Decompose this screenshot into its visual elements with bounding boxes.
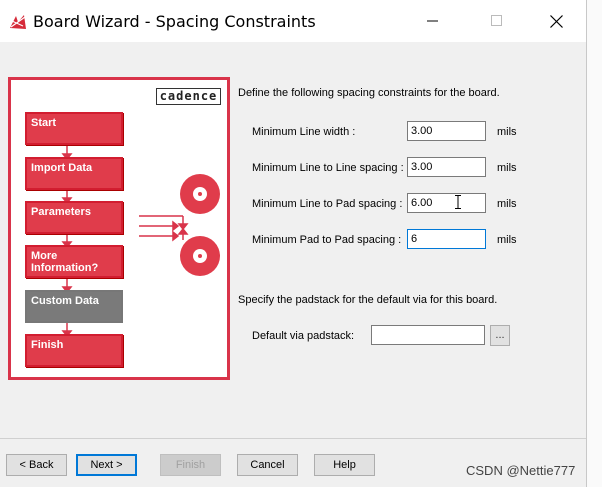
window-title: Board Wizard - Spacing Constraints bbox=[33, 12, 316, 31]
flow-step-finish: Finish bbox=[25, 334, 123, 367]
min-line-to-pad-unit: mils bbox=[497, 198, 517, 210]
min-line-to-line-label: Minimum Line to Line spacing : bbox=[252, 162, 404, 174]
min-pad-to-pad-label: Minimum Pad to Pad spacing : bbox=[252, 234, 402, 246]
minimize-icon bbox=[427, 20, 438, 22]
min-line-to-line-input[interactable]: 3.00 bbox=[407, 157, 486, 177]
min-line-width-unit: mils bbox=[497, 126, 517, 138]
default-via-padstack-label: Default via padstack: bbox=[252, 330, 355, 342]
next-button[interactable]: Next > bbox=[76, 454, 137, 476]
back-button[interactable]: < Back bbox=[6, 454, 67, 476]
cadence-logo: cadence bbox=[156, 88, 221, 105]
help-button[interactable]: Help bbox=[314, 454, 375, 476]
flow-step-custom-data: Custom Data bbox=[25, 290, 123, 323]
padstack-intro-text: Specify the padstack for the default via… bbox=[238, 294, 498, 306]
cancel-button[interactable]: Cancel bbox=[237, 454, 298, 476]
pad-icon bbox=[180, 174, 220, 214]
wizard-flowchart: cadence Start Import Data Parameters Mor… bbox=[8, 77, 230, 380]
flow-step-more-information: More Information? bbox=[25, 245, 123, 278]
minimize-button[interactable] bbox=[410, 6, 456, 36]
maximize-button[interactable] bbox=[474, 6, 520, 36]
min-line-width-input[interactable]: 3.00 bbox=[407, 121, 486, 141]
window-edge bbox=[586, 0, 602, 487]
min-line-to-pad-input[interactable]: 6.00 bbox=[407, 193, 486, 213]
finish-button[interactable]: Finish bbox=[160, 454, 221, 476]
flow-step-start: Start bbox=[25, 112, 123, 145]
min-pad-to-pad-input[interactable]: 6 bbox=[407, 229, 486, 249]
min-pad-to-pad-unit: mils bbox=[497, 234, 517, 246]
flow-step-parameters: Parameters bbox=[25, 201, 123, 234]
spacing-intro-text: Define the following spacing constraints… bbox=[238, 87, 500, 99]
min-line-to-pad-label: Minimum Line to Pad spacing : bbox=[252, 198, 403, 210]
close-icon bbox=[549, 14, 563, 28]
title-bar: Board Wizard - Spacing Constraints bbox=[0, 0, 586, 42]
maximize-icon bbox=[491, 15, 502, 26]
min-line-to-line-unit: mils bbox=[497, 162, 517, 174]
flow-step-import-data: Import Data bbox=[25, 157, 123, 190]
button-separator bbox=[0, 438, 586, 439]
watermark-text: CSDN @Nettie777 bbox=[466, 463, 576, 478]
pad-icon bbox=[180, 236, 220, 276]
browse-padstack-button[interactable]: ... bbox=[490, 325, 510, 346]
text-cursor-icon bbox=[455, 195, 461, 209]
close-button[interactable] bbox=[533, 6, 579, 36]
board-wizard-app-icon bbox=[10, 15, 26, 29]
min-line-width-label: Minimum Line width : bbox=[252, 126, 356, 138]
default-via-padstack-input[interactable] bbox=[371, 325, 485, 345]
